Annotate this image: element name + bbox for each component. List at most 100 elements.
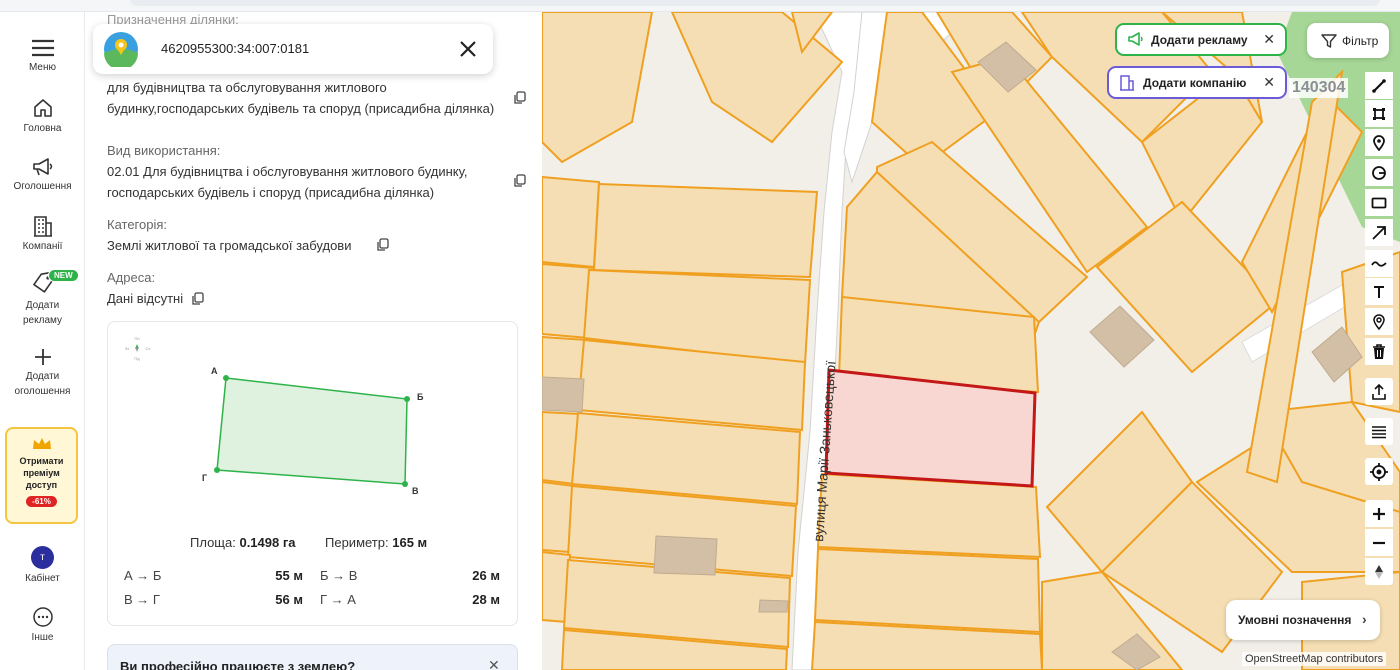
plot-diagram: Пн Зх Сх Пд А Б В Г — [125, 336, 424, 496]
edge-name: В → Г — [124, 592, 160, 607]
sidebar-item-label: Оголошення — [13, 181, 72, 192]
copy-icon[interactable] — [376, 238, 389, 252]
premium-text: Отримати преміум доступ — [19, 456, 64, 490]
draw-polygon-tool[interactable] — [1365, 100, 1393, 127]
compass-w: Зх — [125, 346, 129, 351]
sidebar: Меню Головна Оголошення Компанії NEW Дод… — [0, 12, 85, 670]
sidebar-item-add-listing[interactable]: Додати оголошення — [0, 347, 85, 399]
sidebar-item-more[interactable]: Інше — [0, 606, 85, 645]
vertex-dot — [214, 467, 220, 473]
filter-button[interactable]: Фільтр — [1307, 23, 1389, 58]
squiggle-icon — [1371, 260, 1387, 267]
add-company-close-icon[interactable]: ✕ — [1263, 74, 1275, 91]
add-ad-button[interactable]: Додати рекламу ✕ — [1115, 23, 1287, 56]
search-input[interactable]: 4620955300:34:007:0181 — [161, 41, 309, 56]
add-ad-label: Додати рекламу — [1151, 32, 1248, 47]
address-label: Адреса: — [107, 270, 156, 285]
megaphone-icon — [32, 158, 52, 176]
usage-label: Вид використання: — [107, 143, 221, 158]
sidebar-item-home[interactable]: Головна — [0, 97, 85, 136]
sidebar-item-label: Кабінет — [25, 573, 60, 584]
crown-icon — [32, 438, 51, 449]
filter-icon — [1321, 33, 1337, 48]
usage-value: 02.01 Для будівництва і обслуговування ж… — [107, 164, 468, 200]
delete-tool[interactable] — [1365, 338, 1393, 365]
plot-shape-card: Пн Зх Сх Пд А Б В Г Площа: 0.1498 га Пер… — [107, 321, 518, 626]
promo-title: Ви професійно працюєте з землею? — [120, 659, 356, 670]
chevron-right-icon: › — [1362, 611, 1367, 627]
geolocate-button[interactable] — [1365, 458, 1393, 485]
text-tool[interactable] — [1365, 278, 1393, 305]
edge-value: 55 м — [275, 568, 303, 583]
legend-label: Умовні позначення — [1238, 613, 1352, 627]
north-arrow-icon — [1375, 564, 1383, 579]
marker-tool[interactable] — [1365, 129, 1393, 156]
discount-badge: -61% — [26, 496, 57, 507]
rectangle-tool[interactable] — [1365, 189, 1393, 216]
home-icon — [33, 99, 52, 117]
premium-card[interactable]: Отримати преміум доступ -61% — [5, 427, 78, 524]
sidebar-item-label: Інше — [31, 632, 54, 643]
geolocate-icon — [1370, 462, 1388, 481]
upload-icon — [1372, 383, 1386, 400]
line-draw-icon — [1372, 78, 1386, 93]
sidebar-item-cabinet[interactable]: т Кабінет — [0, 546, 85, 586]
freehand-tool[interactable] — [1365, 250, 1393, 277]
layers-button[interactable] — [1365, 418, 1393, 445]
circle-draw-icon — [1372, 165, 1386, 180]
edge-value: 28 м — [472, 592, 500, 607]
draw-line-tool[interactable] — [1365, 72, 1393, 99]
search-box[interactable]: 4620955300:34:007:0181 — [93, 24, 493, 74]
megaphone-icon — [1128, 31, 1143, 46]
circle-tool[interactable] — [1365, 159, 1393, 186]
sidebar-item-menu[interactable]: Меню — [0, 38, 85, 75]
map-attribution[interactable]: OpenStreetMap contributors — [1242, 652, 1387, 666]
area-stat: Площа: 0.1498 га — [190, 535, 296, 550]
plus-icon — [34, 349, 51, 365]
location-pin-tool[interactable] — [1365, 308, 1393, 335]
more-icon — [32, 607, 53, 627]
sidebar-item-label: Додати рекламу — [23, 300, 62, 326]
compass-e: Сх — [146, 346, 151, 351]
sidebar-item-add-ad[interactable]: NEW Додати рекламу — [0, 269, 85, 328]
edge-name: Г → А — [320, 592, 356, 607]
add-ad-close-icon[interactable]: ✕ — [1263, 31, 1275, 48]
add-company-button[interactable]: Додати компанію ✕ — [1107, 66, 1287, 99]
promo-close-icon[interactable]: ✕ — [488, 657, 500, 670]
category-value: Землі житлової та громадської забудови — [107, 238, 352, 253]
close-icon[interactable] — [456, 37, 480, 61]
edge-value: 26 м — [472, 568, 500, 583]
copy-icon[interactable] — [513, 91, 526, 105]
top-strip — [0, 0, 1400, 12]
purpose-value: для будівництва та обслуговування житлов… — [107, 80, 495, 116]
zoom-out-button[interactable] — [1365, 529, 1393, 556]
menu-icon — [31, 39, 54, 57]
polygon-draw-icon — [1373, 107, 1385, 120]
compass-reset-button[interactable] — [1365, 558, 1393, 585]
promo-card: Ви професійно працюєте з землею? ✕ — [107, 644, 518, 670]
sidebar-item-companies[interactable]: Компанії — [0, 215, 85, 254]
copy-icon[interactable] — [191, 292, 204, 306]
arrow-tool[interactable] — [1365, 219, 1393, 246]
legend-button[interactable]: Умовні позначення › — [1226, 600, 1380, 640]
plot-polygon — [216, 377, 408, 485]
map-canvas[interactable]: вулиця Марії Заньковецької — [542, 12, 1400, 670]
arrow-icon — [1372, 225, 1386, 240]
top-search-bar[interactable] — [130, 0, 1380, 6]
perimeter-stat: Периметр: 165 м — [325, 535, 427, 550]
area-value: 0.1498 га — [239, 535, 296, 550]
share-button[interactable] — [1365, 378, 1393, 405]
plus-icon — [1373, 507, 1385, 520]
avatar: т — [31, 546, 54, 569]
zoom-in-button[interactable] — [1365, 500, 1393, 527]
building-icon — [1120, 74, 1134, 91]
sidebar-item-label: Компанії — [22, 241, 63, 252]
app-root: Меню Головна Оголошення Компанії NEW Дод… — [0, 0, 1400, 670]
vertex-v-label: В — [412, 486, 419, 496]
vertex-g-label: Г — [202, 473, 207, 483]
edge-value: 56 м — [275, 592, 303, 607]
sidebar-item-ads[interactable]: Оголошення — [0, 157, 85, 194]
copy-icon[interactable] — [513, 174, 526, 188]
map-view[interactable]: вулиця Марії Заньковецької 140304 Додати… — [542, 12, 1400, 670]
add-company-label: Додати компанію — [1143, 75, 1247, 90]
